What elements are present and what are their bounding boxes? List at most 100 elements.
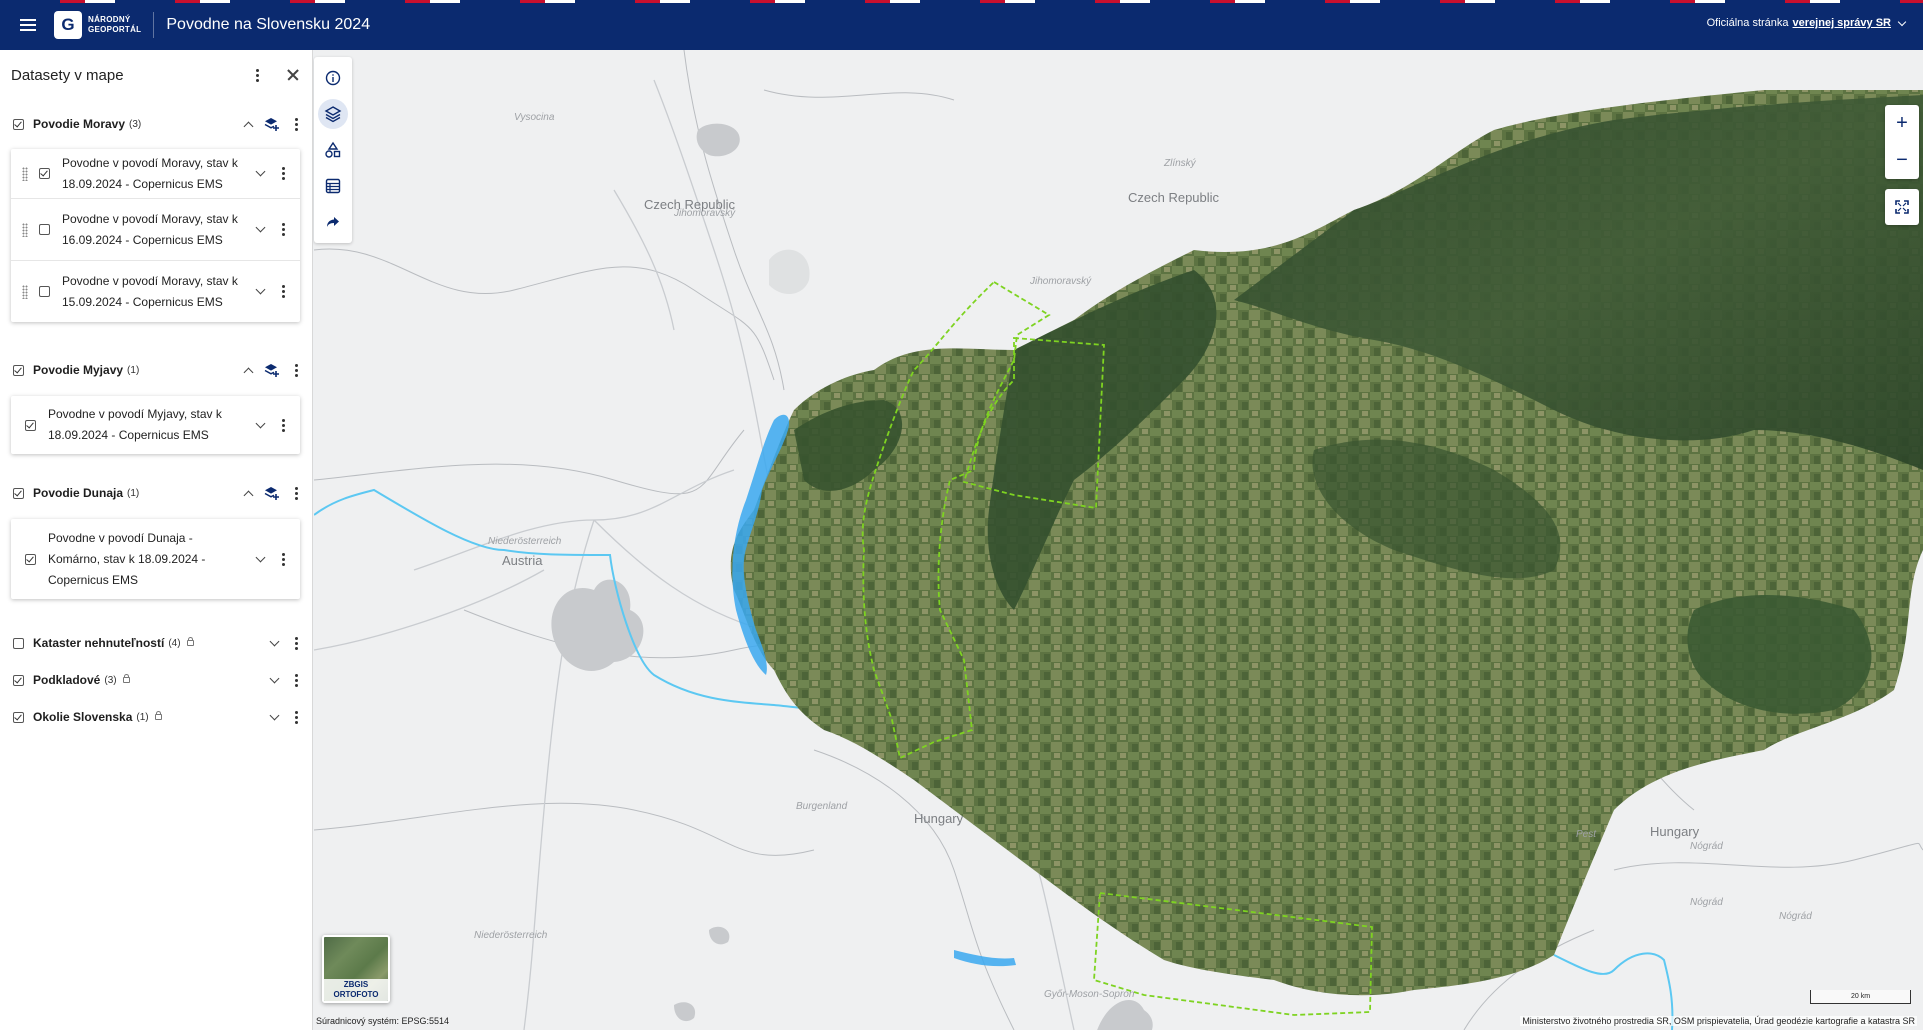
group-items-card: Povodne v povodí Myjavy, stav k 18.09.202… <box>11 396 300 454</box>
drag-handle-icon[interactable] <box>22 222 28 237</box>
lock-icon <box>122 674 130 683</box>
basemap-line-1: ZBGIS <box>343 980 369 989</box>
share-button[interactable] <box>318 207 348 237</box>
group-checkbox[interactable] <box>13 637 24 649</box>
add-layer-button[interactable] <box>261 359 283 381</box>
header-stripes <box>0 0 1923 3</box>
item-line-2: 16.09.2024 - Copernicus EMS <box>62 232 223 247</box>
group-checkbox[interactable] <box>13 487 24 499</box>
group-more-button[interactable] <box>285 706 307 728</box>
label-hungary-2: Hungary <box>1650 824 1700 839</box>
hamburger-icon <box>20 24 36 26</box>
group-more-button[interactable] <box>285 669 307 691</box>
group-name: Podkladové <box>33 673 101 687</box>
tool-rail <box>314 57 352 243</box>
info-button[interactable] <box>318 63 348 93</box>
list-item: Povodne v povodí Moravy, stav k 15.09.202… <box>11 261 300 322</box>
item-more-button[interactable] <box>272 219 294 241</box>
label-nograd-1: Nógrád <box>1690 841 1723 852</box>
map-canvas[interactable]: Czech Republic Czech Republic Austria Hu… <box>314 50 1923 1030</box>
group-checkbox[interactable] <box>13 711 24 723</box>
expand-button[interactable] <box>249 281 271 303</box>
group-more-button[interactable] <box>285 632 307 654</box>
info-icon <box>325 70 341 86</box>
basemap-switcher[interactable]: ZBGIS ORTOFOTO <box>322 935 390 1003</box>
label-hungary-1: Hungary <box>914 811 964 826</box>
top-header: G NÁRODNÝ GEOPORTÁL Povodne na Slovensku… <box>0 0 1923 50</box>
layers-button[interactable] <box>318 99 348 129</box>
item-more-button[interactable] <box>272 548 294 570</box>
hamburger-menu-button[interactable] <box>8 5 48 45</box>
group-checkbox[interactable] <box>13 118 24 130</box>
layers-icon <box>324 106 342 123</box>
expand-button[interactable] <box>249 163 271 185</box>
group-name: Povodie Moravy <box>33 117 126 131</box>
expand-button[interactable] <box>263 669 285 691</box>
group-count: (1) <box>127 487 140 499</box>
group-povodie-moravy: Povodie Moravy (3) <box>0 107 313 141</box>
item-checkbox[interactable] <box>39 286 50 297</box>
group-checkbox[interactable] <box>13 364 24 376</box>
group-podkladove: Podkladové (3) <box>0 663 313 697</box>
logo-badge-icon: G <box>54 11 82 39</box>
group-count: (1) <box>136 711 149 723</box>
item-more-button[interactable] <box>272 163 294 185</box>
item-checkbox[interactable] <box>39 168 50 179</box>
list-item: Povodne v povodí Moravy, stav k 16.09.202… <box>11 199 300 261</box>
layers-add-icon <box>264 364 279 377</box>
item-checkbox[interactable] <box>39 224 50 235</box>
chevron-down-icon <box>1897 17 1907 26</box>
label-niederosterreich-1: Niederösterreich <box>488 536 562 547</box>
scale-bar: 20 km <box>1810 990 1911 1004</box>
item-line-3: Copernicus EMS <box>48 572 139 587</box>
group-more-button[interactable] <box>285 113 307 135</box>
table-button[interactable] <box>318 171 348 201</box>
add-layer-button[interactable] <box>261 482 283 504</box>
group-more-button[interactable] <box>285 482 307 504</box>
chevron-down-icon <box>269 673 279 683</box>
item-more-button[interactable] <box>272 414 294 436</box>
official-prefix: Oficiálna stránka <box>1706 17 1789 29</box>
collapse-button[interactable] <box>237 482 259 504</box>
app-title: Povodne na Slovensku 2024 <box>166 16 371 33</box>
item-line-2: 15.09.2024 - Copernicus EMS <box>62 294 223 309</box>
item-checkbox[interactable] <box>25 553 36 565</box>
geoportal-logo[interactable]: G NÁRODNÝ GEOPORTÁL <box>54 10 141 40</box>
shapes-button[interactable] <box>318 135 348 165</box>
lock-icon <box>154 711 162 720</box>
chevron-down-icon <box>255 222 265 233</box>
item-line-2: 18.09.2024 - Copernicus EMS <box>62 176 223 191</box>
expand-button[interactable] <box>263 632 285 654</box>
label-austria: Austria <box>502 553 543 568</box>
list-item: Povodne v povodí Myjavy, stav k 18.09.202… <box>11 396 300 454</box>
list-item: Povodne v povodí Dunaja - Komárno, stav k… <box>11 519 300 599</box>
drag-handle-icon[interactable] <box>22 166 28 181</box>
expand-button[interactable] <box>249 219 271 241</box>
item-line-1: Povodne v povodí Moravy, stav k <box>62 155 238 170</box>
basemap-line-2: ORTOFOTO <box>333 990 379 999</box>
zoom-out-button[interactable]: − <box>1885 142 1919 179</box>
panel-more-button[interactable] <box>246 64 268 86</box>
add-layer-button[interactable] <box>261 113 283 135</box>
drag-handle-icon[interactable] <box>22 284 28 299</box>
panel-title: Datasety v mape <box>11 66 124 84</box>
item-checkbox[interactable] <box>25 419 36 431</box>
collapse-button[interactable] <box>237 359 259 381</box>
expand-button[interactable] <box>263 706 285 728</box>
layers-add-icon <box>264 118 279 131</box>
item-line-1: Povodne v povodí Myjavy, stav k <box>48 407 222 421</box>
panel-close-button[interactable] <box>282 64 304 86</box>
group-count: (1) <box>127 364 140 376</box>
expand-button[interactable] <box>249 548 271 570</box>
group-row: Povodie Myjavy (1) <box>0 353 313 387</box>
zoom-in-button[interactable]: + <box>1885 105 1919 142</box>
group-checkbox[interactable] <box>13 674 24 686</box>
expand-button[interactable] <box>249 414 271 436</box>
fullscreen-button[interactable] <box>1885 189 1919 225</box>
official-link[interactable]: verejnej správy SR <box>1793 17 1891 29</box>
official-site-dropdown[interactable]: Oficiálna stránka verejnej správy SR <box>1707 17 1907 29</box>
item-line-1: Povodne v povodí Moravy, stav k <box>62 211 238 226</box>
group-more-button[interactable] <box>285 359 307 381</box>
item-more-button[interactable] <box>272 281 294 303</box>
collapse-button[interactable] <box>237 113 259 135</box>
